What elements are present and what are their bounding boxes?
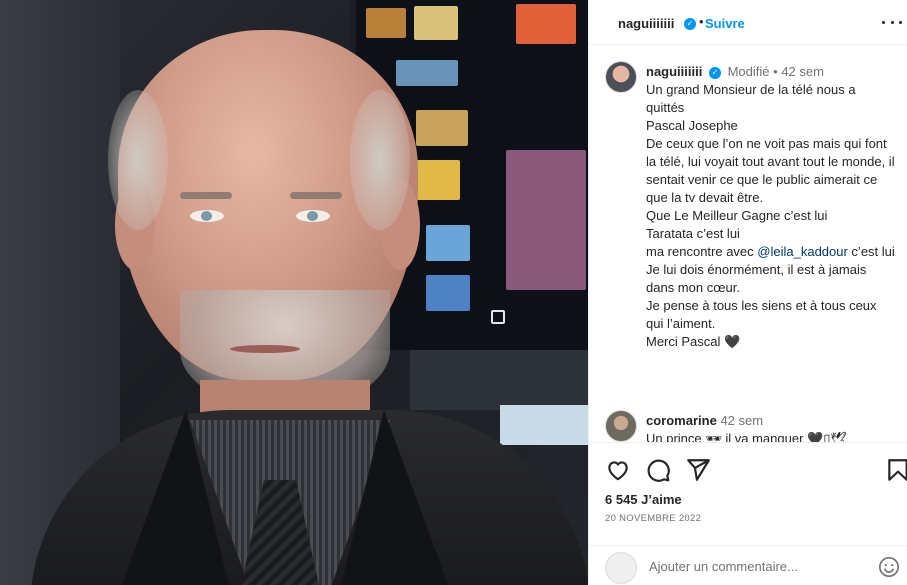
caption-line: Je pense à tous les siens et à tous ceux…: [646, 298, 877, 331]
avatar: [605, 552, 637, 584]
follow-button[interactable]: Suivre: [705, 16, 745, 31]
comment-icon[interactable]: [645, 457, 671, 483]
comment-input[interactable]: [649, 554, 849, 578]
comment-username[interactable]: coromarine: [646, 413, 717, 428]
heart-icon[interactable]: [605, 457, 631, 483]
caption-meeting-suffix: c’est lui: [847, 244, 895, 259]
caption-line: ma rencontre avec @leila_kaddour c’est l…: [646, 243, 896, 261]
verified-badge-icon: ✓: [708, 66, 721, 79]
caption-meeting-prefix: ma rencontre avec: [646, 244, 758, 259]
caption-header: naguiiiiiii ✓ Modifié • 42 sem: [646, 63, 824, 81]
portrait-mouth: [230, 345, 300, 353]
likes-count[interactable]: 6 545 J’aime: [605, 492, 682, 507]
background-screen: [500, 405, 588, 445]
share-icon[interactable]: [685, 457, 711, 483]
portrait-hair-left: [108, 90, 168, 230]
portrait-brow-right: [290, 192, 342, 199]
comment-time[interactable]: 42 sem: [720, 413, 763, 428]
portrait-eye-left: [190, 210, 224, 222]
post-header: naguiiiiiii ✓ • Suivre: [589, 0, 907, 45]
caption-line: Que Le Meilleur Gagne c’est lui: [646, 208, 828, 223]
caption-line: Taratata c’est lui: [646, 226, 740, 241]
emoji-icon[interactable]: [878, 556, 900, 578]
bookmark-icon[interactable]: [885, 457, 907, 483]
caption-line: Je lui dois énormément, il est à jamais …: [646, 262, 867, 295]
avatar[interactable]: [605, 61, 637, 93]
caption-separator: •: [773, 64, 778, 79]
comment-header: coromarine 42 sem: [646, 412, 763, 430]
edited-label: Modifié: [727, 64, 770, 79]
caption-closing: Merci Pascal: [646, 334, 725, 349]
header-separator: •: [699, 14, 704, 29]
add-comment-bar: [589, 545, 907, 585]
caption-line: Un grand Monsieur de la télé nous a quit…: [646, 82, 856, 115]
avatar[interactable]: [605, 410, 637, 442]
caption-line: De ceux que l’on ne voit pas mais qui fo…: [646, 136, 895, 205]
caption-time[interactable]: 42 sem: [781, 64, 824, 79]
portrait-hair-right: [350, 90, 410, 230]
caption-username[interactable]: naguiiiiiii: [646, 64, 702, 79]
caption-text: Un grand Monsieur de la télé nous a quit…: [646, 81, 896, 351]
portrait-brow-left: [180, 192, 232, 199]
black-heart-emoji: 🖤: [724, 334, 741, 349]
post-date: 20 NOVEMBRE 2022: [605, 513, 702, 524]
more-options-icon[interactable]: [882, 14, 902, 30]
portrait-eye-right: [296, 210, 330, 222]
post-sidebar: naguiiiiiii ✓ • Suivre naguiiiiiii ✓ Mod…: [588, 0, 907, 585]
comment-text: Un prince 🕶 il va manquer 🖤▯🕊: [646, 431, 847, 442]
header-username[interactable]: naguiiiiiii: [618, 16, 674, 31]
caption-line: Pascal Josephe: [646, 118, 738, 133]
caption-line: Merci Pascal 🖤: [646, 333, 896, 351]
verified-badge-icon: ✓: [684, 18, 696, 30]
background-shelf: [410, 350, 588, 410]
comments-section[interactable]: naguiiiiiii ✓ Modifié • 42 sem Un grand …: [589, 45, 907, 442]
post-image[interactable]: [0, 0, 588, 585]
mention-link[interactable]: @leila_kaddour: [757, 244, 848, 259]
